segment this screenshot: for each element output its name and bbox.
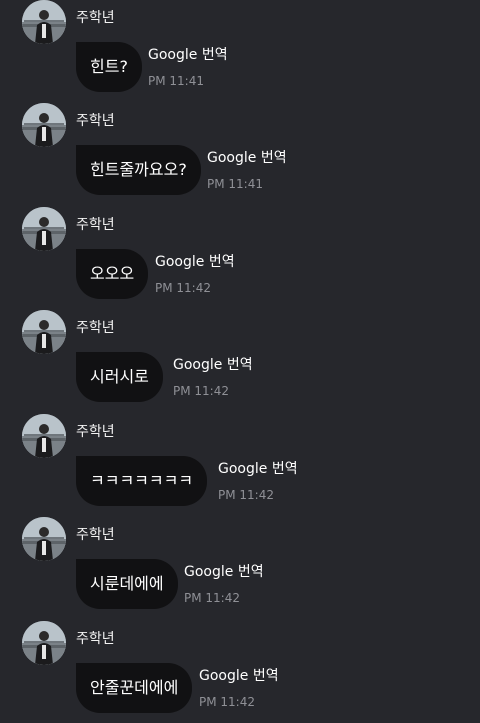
message-meta: Google 번역 PM 11:41 [148, 46, 228, 88]
message-bubble[interactable]: 시러시로 [76, 352, 163, 402]
message-meta: Google 번역 PM 11:42 [218, 460, 298, 502]
chat-message: 주학년 안줄꾼데에에 Google 번역 PM 11:42 [0, 621, 480, 723]
message-meta: Google 번역 PM 11:41 [207, 149, 287, 191]
message-timestamp: PM 11:42 [218, 488, 274, 502]
message-timestamp: PM 11:42 [199, 695, 255, 709]
avatar[interactable] [22, 103, 66, 147]
avatar[interactable] [22, 207, 66, 251]
google-translate-link[interactable]: Google 번역 [218, 460, 298, 478]
message-meta: Google 번역 PM 11:42 [184, 563, 264, 605]
google-translate-link[interactable]: Google 번역 [155, 253, 235, 271]
sender-name: 주학년 [76, 527, 115, 543]
message-meta: Google 번역 PM 11:42 [173, 356, 253, 398]
google-translate-link[interactable]: Google 번역 [199, 667, 279, 685]
google-translate-link[interactable]: Google 번역 [173, 356, 253, 374]
chat-message: 주학년 힌트줄까요오? Google 번역 PM 11:41 [0, 103, 480, 207]
message-bubble[interactable]: 안줄꾼데에에 [76, 663, 193, 713]
google-translate-link[interactable]: Google 번역 [184, 563, 264, 581]
google-translate-link[interactable]: Google 번역 [207, 149, 287, 167]
sender-name: 주학년 [76, 424, 115, 440]
avatar[interactable] [22, 621, 66, 665]
message-timestamp: PM 11:42 [173, 384, 229, 398]
message-bubble[interactable]: 시룬데에에 [76, 559, 178, 609]
sender-name: 주학년 [76, 217, 115, 233]
chat-message: 주학년 시러시로 Google 번역 PM 11:42 [0, 310, 480, 414]
avatar[interactable] [22, 517, 66, 561]
message-meta: Google 번역 PM 11:42 [199, 667, 279, 709]
message-bubble[interactable]: 힌트줄까요오? [76, 145, 201, 195]
avatar[interactable] [22, 414, 66, 458]
sender-name: 주학년 [76, 631, 115, 647]
avatar[interactable] [22, 310, 66, 354]
chat-message: 주학년 힌트? Google 번역 PM 11:41 [0, 0, 480, 104]
chat-message: 주학년 시룬데에에 Google 번역 PM 11:42 [0, 517, 480, 621]
message-timestamp: PM 11:42 [155, 281, 211, 295]
chat-message: 주학년 ㅋㅋㅋㅋㅋㅋㅋ Google 번역 PM 11:42 [0, 414, 480, 518]
chat-message-list: 주학년 힌트? Google 번역 PM 11:41 주학년 힌트줄까요오? G… [0, 0, 480, 723]
message-bubble[interactable]: 힌트? [76, 42, 142, 92]
message-timestamp: PM 11:41 [207, 177, 263, 191]
message-bubble[interactable]: ㅋㅋㅋㅋㅋㅋㅋ [76, 456, 208, 506]
sender-name: 주학년 [76, 113, 115, 129]
message-timestamp: PM 11:42 [184, 591, 240, 605]
message-timestamp: PM 11:41 [148, 74, 204, 88]
sender-name: 주학년 [76, 10, 115, 26]
google-translate-link[interactable]: Google 번역 [148, 46, 228, 64]
sender-name: 주학년 [76, 320, 115, 336]
chat-message: 주학년 오오오 Google 번역 PM 11:42 [0, 207, 480, 311]
avatar[interactable] [22, 0, 66, 44]
message-meta: Google 번역 PM 11:42 [155, 253, 235, 295]
message-bubble[interactable]: 오오오 [76, 249, 149, 299]
